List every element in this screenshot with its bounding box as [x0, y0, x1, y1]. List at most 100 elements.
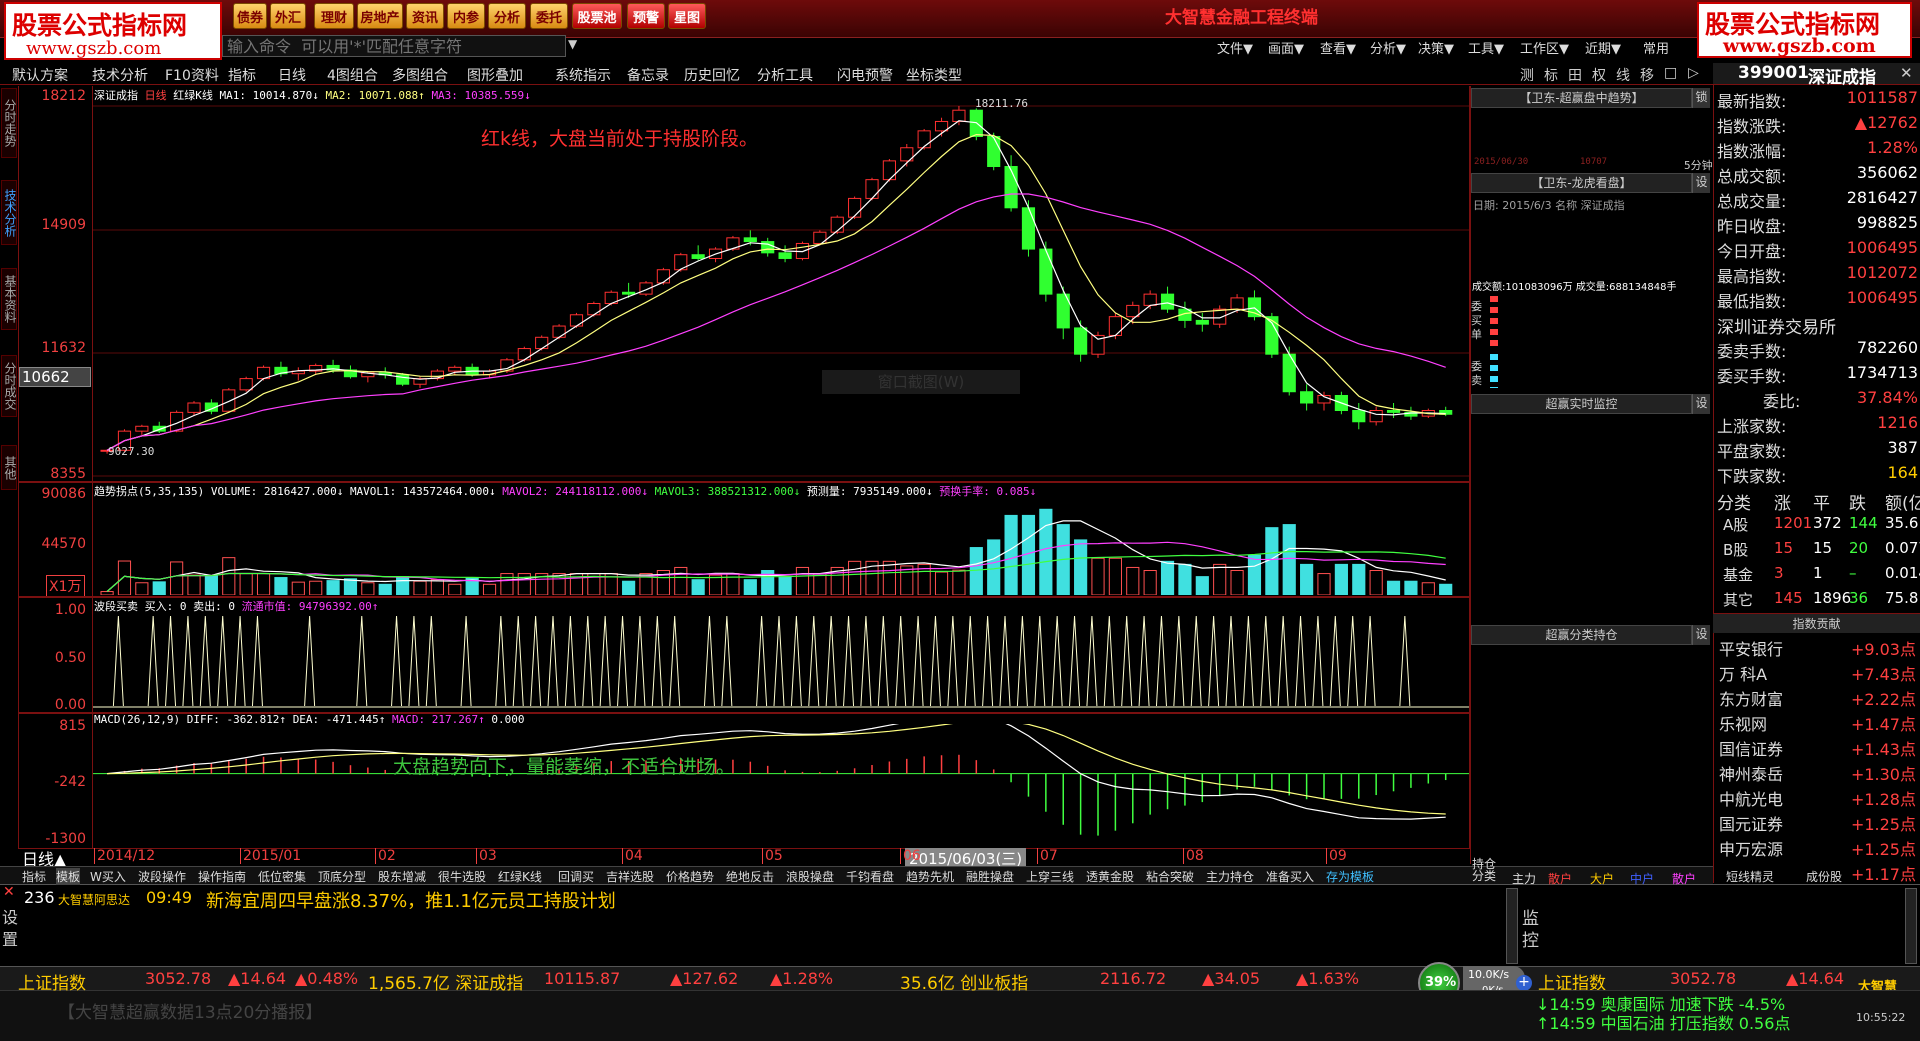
- quick-button-8[interactable]: 股票池: [572, 3, 622, 29]
- menu-item-7[interactable]: 近期▼: [1585, 38, 1621, 57]
- toolbar-right-1[interactable]: 标: [1544, 65, 1558, 85]
- indicator-tab-2[interactable]: W买入: [90, 868, 126, 885]
- left-tab-3[interactable]: 分时成交: [1, 355, 17, 417]
- indicator-tab-11[interactable]: 吉祥选股: [606, 868, 654, 885]
- toolbar-right-7[interactable]: ▷: [1688, 65, 1699, 81]
- contrib-row-2[interactable]: 东方财富 +2.22点: [1713, 686, 1920, 711]
- quick-button-3[interactable]: 房地产: [357, 3, 403, 29]
- ticker-name-2[interactable]: 35.6亿 创业板指: [900, 969, 1028, 994]
- quote-close-icon[interactable]: ✕: [1900, 64, 1913, 82]
- indicator-tab-8[interactable]: 很牛选股: [438, 868, 486, 885]
- toolbar-item-12[interactable]: 闪电预警: [837, 65, 893, 85]
- quick-button-7[interactable]: 委托: [530, 3, 568, 29]
- indicator-tab-23[interactable]: 存为模板: [1326, 868, 1374, 885]
- ticker-name-1[interactable]: 1,565.7亿 深证成指: [368, 969, 523, 994]
- volume-chart[interactable]: [93, 497, 1469, 595]
- indicator-tab-15[interactable]: 千钧看盘: [846, 868, 894, 885]
- quick-button-1[interactable]: 外汇: [270, 3, 306, 29]
- alert-2[interactable]: ↑14:59 中国石油 打压指数 0.56点: [1536, 1010, 1790, 1034]
- toolbar-item-8[interactable]: 系统指示: [555, 65, 611, 85]
- news-scrollbar[interactable]: [1506, 888, 1518, 964]
- contrib-row-1[interactable]: 万 科A +7.43点: [1713, 661, 1920, 686]
- contrib-row-0[interactable]: 平安银行 +9.03点: [1713, 636, 1920, 661]
- menu-item-1[interactable]: 画面▼: [1268, 38, 1304, 57]
- indicator-tab-22[interactable]: 准备买入: [1266, 868, 1314, 885]
- quote-tab-0[interactable]: 短线精灵: [1726, 868, 1774, 885]
- left-tab-4[interactable]: 其他: [1, 445, 17, 490]
- add-icon[interactable]: +: [1516, 975, 1532, 991]
- toolbar-item-13[interactable]: 坐标类型: [906, 65, 962, 85]
- rp4-set-button[interactable]: 设: [1692, 625, 1710, 645]
- indicator-tab-13[interactable]: 绝地反击: [726, 868, 774, 885]
- monitor-scrollbar[interactable]: [1905, 888, 1917, 964]
- quote-tab-1[interactable]: 成份股: [1806, 868, 1842, 885]
- toolbar-item-0[interactable]: 默认方案: [12, 65, 68, 85]
- indicator-tab-4[interactable]: 操作指南: [198, 868, 246, 885]
- signal-chart[interactable]: [93, 610, 1469, 710]
- indicator-tab-19[interactable]: 透黄金股: [1086, 868, 1134, 885]
- contrib-row-5[interactable]: 神州泰岳 +1.30点: [1713, 761, 1920, 786]
- quick-button-6[interactable]: 分析: [488, 3, 526, 29]
- rp1-lock-button[interactable]: 锁: [1692, 88, 1710, 108]
- indicator-tab-1[interactable]: 模板: [56, 868, 81, 885]
- menu-item-4[interactable]: 决策▼: [1418, 38, 1454, 57]
- toolbar-item-1[interactable]: 技术分析: [92, 65, 148, 85]
- indicator-tab-6[interactable]: 顶底分型: [318, 868, 366, 885]
- quick-button-5[interactable]: 内参: [447, 3, 485, 29]
- toolbar-item-11[interactable]: 分析工具: [757, 65, 813, 85]
- toolbar-item-3[interactable]: 指标: [228, 65, 256, 85]
- left-tab-2[interactable]: 基本资料: [1, 268, 17, 330]
- toolbar-item-7[interactable]: 图形叠加: [467, 65, 523, 85]
- contrib-row-3[interactable]: 乐视网 +1.47点: [1713, 711, 1920, 736]
- toolbar-right-3[interactable]: 权: [1592, 65, 1606, 85]
- toolbar-right-0[interactable]: 测: [1520, 65, 1534, 85]
- main-candle-chart[interactable]: [93, 98, 1469, 478]
- rp-tab-4[interactable]: 中户: [1630, 870, 1654, 887]
- contrib-row-8[interactable]: 申万宏源 +1.25点: [1713, 836, 1920, 861]
- indicator-tab-12[interactable]: 价格趋势: [666, 868, 714, 885]
- macd-chart[interactable]: [93, 724, 1469, 848]
- contrib-row-7[interactable]: 国元证券 +1.25点: [1713, 811, 1920, 836]
- command-input[interactable]: [222, 35, 566, 57]
- rp2-set-button[interactable]: 设: [1692, 173, 1710, 193]
- rp-tab-0[interactable]: 持仓分类: [1472, 858, 1498, 882]
- menu-item-0[interactable]: 文件▼: [1217, 38, 1253, 57]
- indicator-tab-5[interactable]: 低位密集: [258, 868, 306, 885]
- toolbar-right-2[interactable]: 田: [1568, 65, 1582, 85]
- indicator-tab-21[interactable]: 主力持仓: [1206, 868, 1254, 885]
- indicator-tab-20[interactable]: 粘合突破: [1146, 868, 1194, 885]
- menu-item-5[interactable]: 工具▼: [1468, 38, 1504, 57]
- ticker-name-0[interactable]: 上证指数: [18, 969, 86, 994]
- indicator-tab-18[interactable]: 上穿三线: [1026, 868, 1074, 885]
- toolbar-item-6[interactable]: 多图组合: [392, 65, 448, 85]
- rp3-set-button[interactable]: 设: [1692, 394, 1710, 414]
- rp-tab-3[interactable]: 大户: [1590, 870, 1614, 887]
- rp-tab-2[interactable]: 散户: [1548, 870, 1572, 887]
- contrib-row-6[interactable]: 中航光电 +1.28点: [1713, 786, 1920, 811]
- toolbar-item-10[interactable]: 历史回忆: [684, 65, 740, 85]
- menu-item-8[interactable]: 常用: [1643, 38, 1669, 57]
- left-tab-0[interactable]: 分时走势: [1, 88, 17, 158]
- news-left-tab[interactable]: 设置: [2, 907, 18, 951]
- quick-button-4[interactable]: 资讯: [406, 3, 444, 29]
- indicator-tab-17[interactable]: 融胜操盘: [966, 868, 1014, 885]
- toolbar-right-6[interactable]: □: [1664, 65, 1677, 81]
- command-dropdown-icon[interactable]: ▼: [568, 37, 577, 51]
- news-close-icon[interactable]: ✕: [3, 884, 15, 900]
- indicator-tab-14[interactable]: 浪股操盘: [786, 868, 834, 885]
- watermark-button[interactable]: 窗口截图(W): [822, 370, 1020, 394]
- toolbar-right-4[interactable]: 线: [1616, 65, 1630, 85]
- left-tab-1[interactable]: 技术分析: [1, 180, 17, 245]
- menu-item-2[interactable]: 查看▼: [1320, 38, 1356, 57]
- quick-button-0[interactable]: 债券: [233, 3, 267, 29]
- news-right-tab[interactable]: 监控: [1522, 908, 1542, 952]
- indicator-tab-16[interactable]: 趋势先机: [906, 868, 954, 885]
- quick-button-2[interactable]: 理财: [314, 3, 354, 29]
- contrib-row-4[interactable]: 国信证券 +1.43点: [1713, 736, 1920, 761]
- rp-tab-1[interactable]: 主力: [1512, 870, 1536, 887]
- indicator-tab-0[interactable]: 指标: [22, 868, 46, 885]
- news-headline[interactable]: 新海宜周四早盘涨8.37%，推1.1亿元员工持股计划: [206, 887, 616, 913]
- toolbar-item-9[interactable]: 备忘录: [627, 65, 669, 85]
- menu-item-6[interactable]: 工作区▼: [1520, 38, 1569, 57]
- indicator-tab-3[interactable]: 波段操作: [138, 868, 186, 885]
